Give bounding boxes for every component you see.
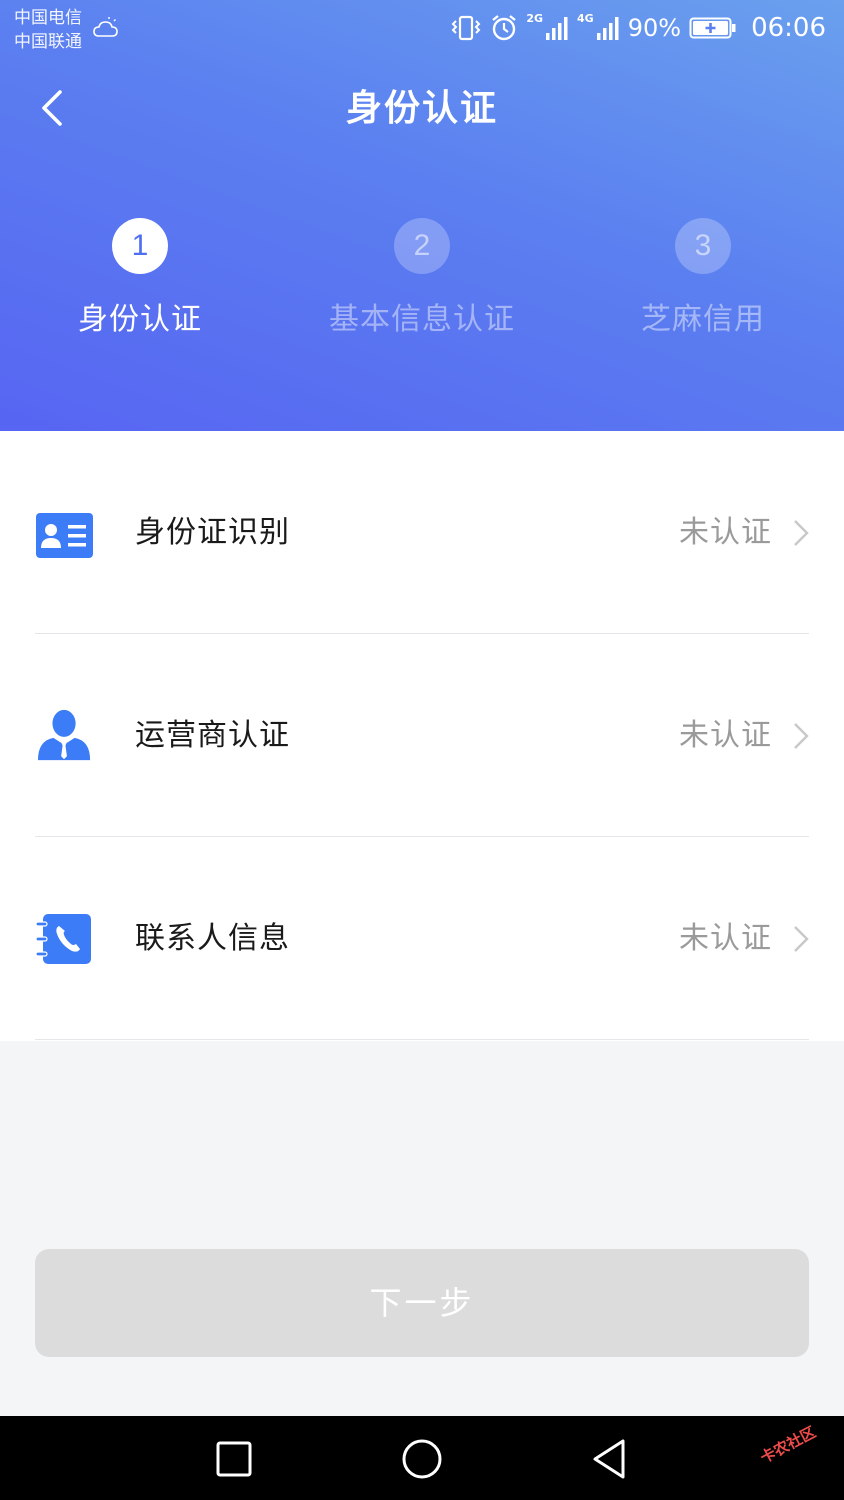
circle-home-icon[interactable] xyxy=(399,1436,445,1482)
step-label: 芝麻信用 xyxy=(641,302,765,337)
contacts-phone-icon xyxy=(35,914,91,964)
list-item-carrier[interactable]: 运营商认证 未认证 xyxy=(0,634,844,837)
item-label: 联系人信息 xyxy=(135,921,290,956)
header: 中国电信 中国联通 2G 4G 90% 06:06 身份认证 1 身份认证 2 … xyxy=(0,0,844,431)
verification-list: 身份证识别 未认证 运营商认证 未认证 联系人信息 未认证 xyxy=(0,431,844,1041)
square-recent-icon[interactable] xyxy=(211,1436,257,1482)
signal-icon xyxy=(596,17,619,40)
page-title: 身份认证 xyxy=(345,88,498,129)
system-nav-bar xyxy=(0,1416,844,1500)
divider xyxy=(35,1039,809,1040)
carrier-1: 中国电信 xyxy=(14,8,82,28)
step-2: 2 基本信息认证 xyxy=(292,218,552,340)
step-3: 3 芝麻信用 xyxy=(573,218,833,340)
item-status: 未认证 xyxy=(679,718,772,753)
list-item-id-card[interactable]: 身份证识别 未认证 xyxy=(0,431,844,634)
step-number: 1 xyxy=(112,218,168,274)
person-icon xyxy=(37,709,91,761)
item-label: 运营商认证 xyxy=(135,718,290,753)
battery-percent: 90% xyxy=(627,14,682,42)
item-status: 未认证 xyxy=(679,921,772,956)
step-label: 基本信息认证 xyxy=(329,302,515,337)
step-number: 3 xyxy=(675,218,731,274)
alarm-icon xyxy=(492,15,517,41)
chevron-right-icon xyxy=(794,520,809,546)
status-icons: 2G 4G 90% 06:06 xyxy=(450,10,826,46)
battery-charging-icon xyxy=(689,17,736,39)
network-type-1: 2G xyxy=(526,12,544,25)
step-label: 身份认证 xyxy=(78,302,202,337)
id-card-icon xyxy=(36,513,93,558)
chevron-right-icon xyxy=(794,926,809,952)
network-type-2: 4G xyxy=(577,12,594,25)
step-number: 2 xyxy=(394,218,450,274)
next-button[interactable]: 下一步 xyxy=(35,1249,809,1357)
item-label: 身份证识别 xyxy=(135,515,290,550)
status-bar: 中国电信 中国联通 2G 4G 90% 06:06 xyxy=(0,0,844,58)
signal-icon xyxy=(546,17,568,40)
step-1: 1 身份认证 xyxy=(10,218,270,340)
carriers: 中国电信 中国联通 xyxy=(14,6,82,54)
item-status: 未认证 xyxy=(679,515,772,550)
triangle-back-icon[interactable] xyxy=(587,1436,633,1482)
cloudy-weather-icon xyxy=(93,17,118,37)
clock: 06:06 xyxy=(751,13,826,43)
list-item-contacts[interactable]: 联系人信息 未认证 xyxy=(0,837,844,1040)
chevron-right-icon xyxy=(794,723,809,749)
carrier-2: 中国联通 xyxy=(14,32,82,52)
vibrate-icon xyxy=(451,15,481,41)
